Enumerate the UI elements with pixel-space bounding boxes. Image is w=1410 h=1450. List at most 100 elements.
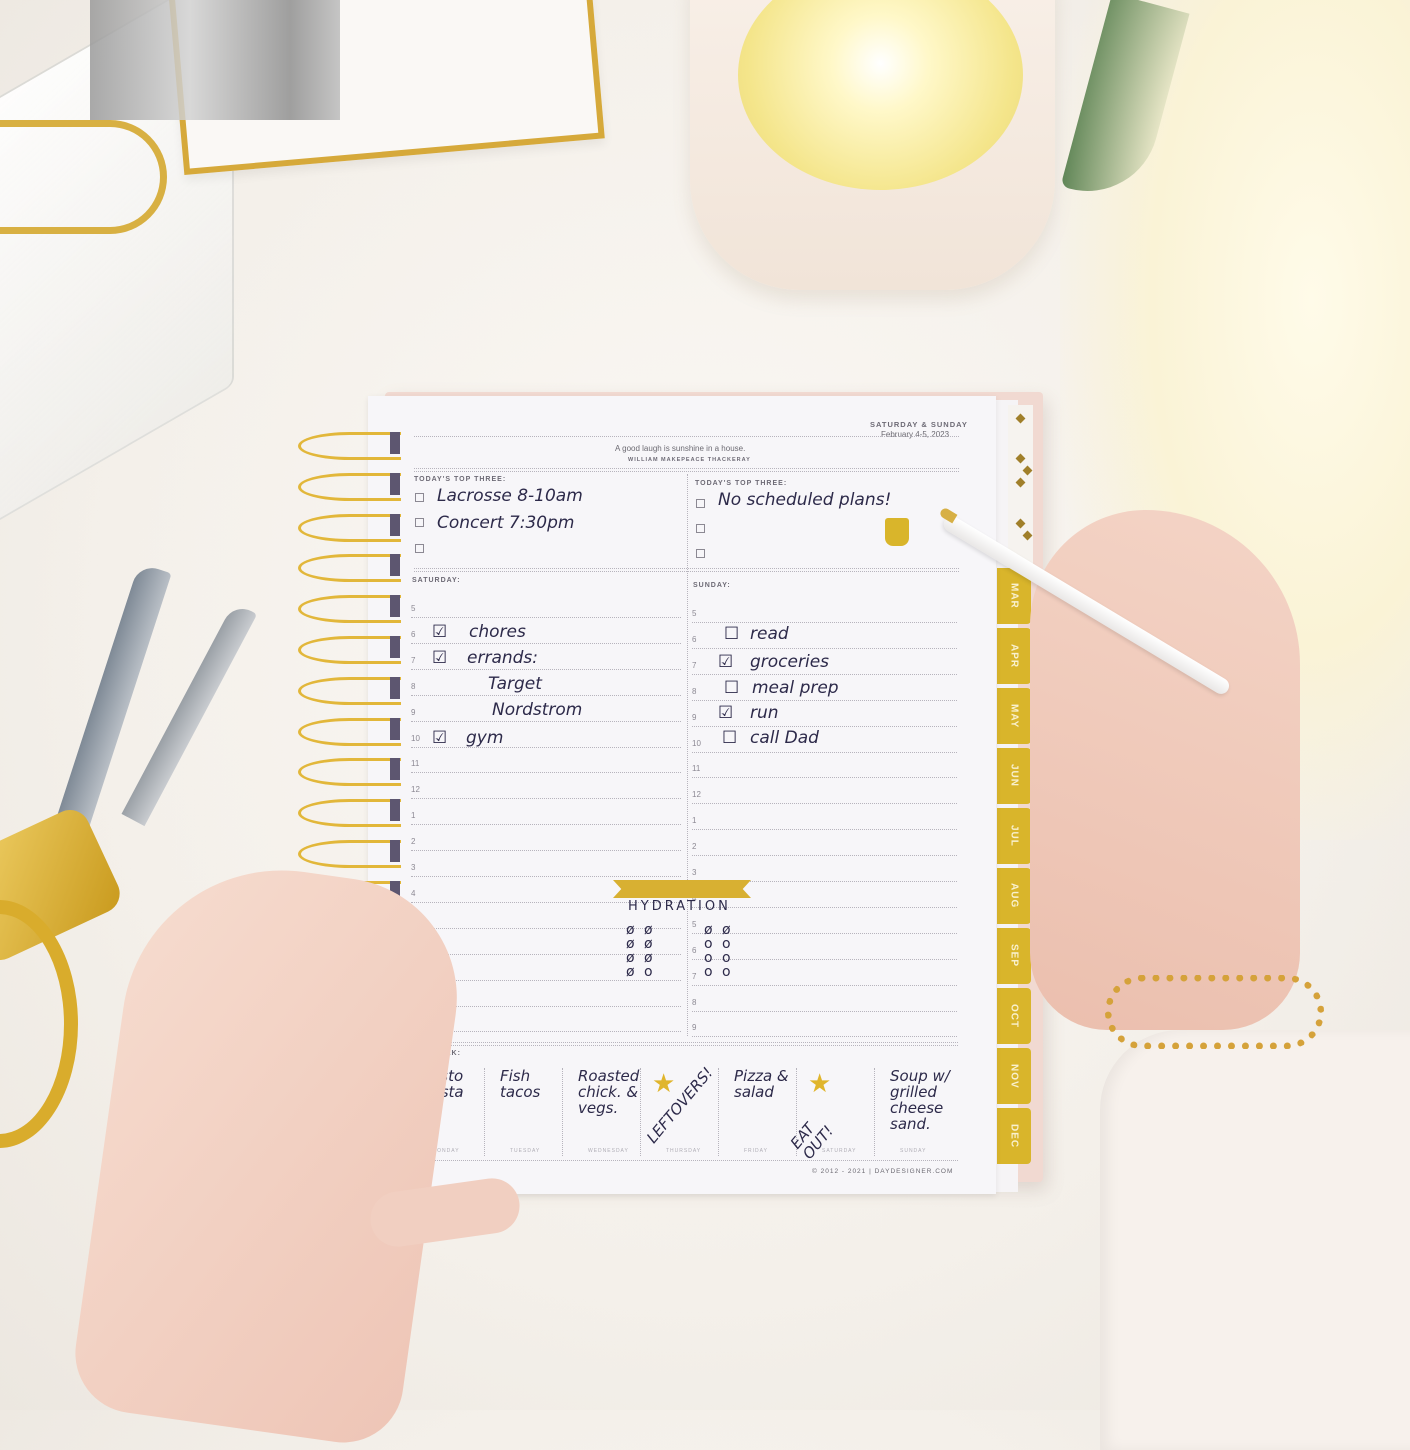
hour-line	[411, 668, 681, 670]
hour-line	[411, 694, 681, 696]
month-tab[interactable]: APR	[997, 628, 1031, 684]
day-divider	[640, 1068, 641, 1156]
binding-hole	[390, 840, 400, 862]
hour-line	[411, 772, 681, 774]
star-sticker: ★	[652, 1068, 676, 1098]
glass-empty-icon: o	[644, 964, 653, 980]
hour-line	[411, 953, 681, 955]
hour-line	[692, 984, 957, 986]
binding-hole	[390, 676, 400, 699]
spiral-coil	[298, 840, 401, 868]
glass-checked-icon: ø	[626, 964, 635, 980]
star-sticker: ★	[808, 1068, 832, 1098]
page-days: SATURDAY & SUNDAY	[870, 420, 968, 429]
hour-line	[692, 777, 957, 779]
hour-line	[411, 850, 681, 852]
sunday-label: SUNDAY:	[693, 582, 731, 589]
day-divider	[874, 1068, 875, 1156]
hour-line	[692, 932, 957, 934]
page-date: February 4-5, 2023	[881, 430, 950, 439]
checkbox	[696, 549, 705, 558]
glass-empty-icon: o	[704, 964, 713, 980]
sun-entry: run	[750, 703, 779, 723]
glass-empty-icon: o	[722, 964, 731, 980]
hour-label: 12	[411, 785, 420, 795]
month-tab[interactable]: NOV	[997, 1048, 1031, 1104]
checkbox	[696, 524, 705, 533]
decorative-strip	[1008, 405, 1033, 565]
hour-label: 10	[692, 738, 701, 748]
spiral-coil	[298, 758, 401, 787]
hydration-title: HYDRATION	[628, 899, 731, 914]
hour-line	[692, 647, 957, 649]
sun-top-three-label: TODAY'S TOP THREE:	[695, 480, 788, 487]
hour-label: 8	[692, 686, 697, 696]
binding-hole	[390, 554, 400, 577]
sat-entry: errands:	[467, 648, 539, 668]
month-tab[interactable]: MAY	[997, 688, 1031, 744]
weekday-label: THURSDAY	[666, 1148, 702, 1154]
hour-line	[692, 906, 957, 908]
sun-top-1: No scheduled plans!	[718, 490, 892, 510]
sat-entry: chores	[469, 622, 526, 642]
sat-top-1: Lacrosse 8-10am	[437, 486, 583, 506]
spiral-coil	[298, 554, 401, 583]
month-tab[interactable]: OCT	[997, 988, 1031, 1044]
sweater-sleeve	[1100, 1030, 1410, 1450]
scissors-ring	[0, 900, 78, 1148]
spiral-coil	[298, 513, 401, 542]
hour-line	[692, 1036, 957, 1038]
hour-label: 6	[411, 629, 416, 639]
spiral-coil	[298, 717, 401, 746]
month-tab[interactable]: JUL	[997, 808, 1031, 864]
month-tab[interactable]: SEP	[997, 928, 1031, 984]
month-tab[interactable]: JUN	[997, 748, 1031, 804]
hour-line	[692, 725, 957, 727]
quote-author: WILLIAM MAKEPEACE THACKERAY	[628, 457, 751, 463]
sat-top-three-label: TODAY'S TOP THREE:	[414, 476, 507, 483]
hour-label: 9	[411, 707, 416, 717]
binding-hole	[390, 717, 400, 740]
hour-line	[692, 699, 957, 701]
day-divider	[484, 1068, 485, 1156]
binding-hole	[390, 513, 400, 536]
binding-hole	[390, 432, 400, 454]
month-tab[interactable]: AUG	[997, 868, 1031, 924]
checkbox	[415, 518, 424, 527]
sun-entry-icon: ☐	[722, 728, 738, 748]
hour-line	[692, 673, 957, 675]
hour-label: 2	[692, 842, 697, 852]
meal-entry: Pizza & salad	[734, 1067, 789, 1101]
hour-line	[411, 720, 681, 722]
month-tab[interactable]: DEC	[997, 1108, 1031, 1164]
sat-entry-icon: ☑	[432, 728, 448, 748]
day-divider	[562, 1068, 563, 1156]
sat-entry: Target	[488, 674, 542, 694]
hour-label: 10	[411, 733, 420, 743]
hour-line	[692, 1010, 957, 1012]
weekday-label: WEDNESDAY	[588, 1148, 629, 1154]
meal-entry: Soup w/ grilled cheese sand.	[890, 1067, 950, 1133]
meal-entry: Fish tacos	[500, 1067, 541, 1101]
hour-label: 6	[692, 634, 697, 644]
sat-entry: gym	[466, 728, 504, 748]
sun-entry: meal prep	[752, 678, 839, 698]
sat-entry-icon: ☑	[432, 648, 448, 668]
binding-hole	[390, 595, 400, 618]
hour-label: 7	[692, 971, 697, 981]
hour-line	[411, 617, 681, 618]
binding-hole	[390, 799, 400, 822]
sun-entry: call Dad	[750, 728, 819, 748]
hour-line	[411, 746, 681, 748]
spiral-coil	[298, 799, 401, 828]
hour-line	[692, 829, 957, 831]
weekday-label: FRIDAY	[744, 1148, 768, 1154]
saturday-label: SATURDAY:	[412, 577, 461, 584]
sat-top-2: Concert 7:30pm	[437, 513, 575, 533]
washi-tape	[613, 880, 751, 898]
meal-entry: Roasted chick. & vegs.	[578, 1067, 640, 1117]
gold-bracelet	[1105, 975, 1324, 1049]
hour-line	[411, 642, 681, 644]
sun-entry: groceries	[750, 652, 830, 672]
hour-label: 8	[692, 997, 697, 1007]
